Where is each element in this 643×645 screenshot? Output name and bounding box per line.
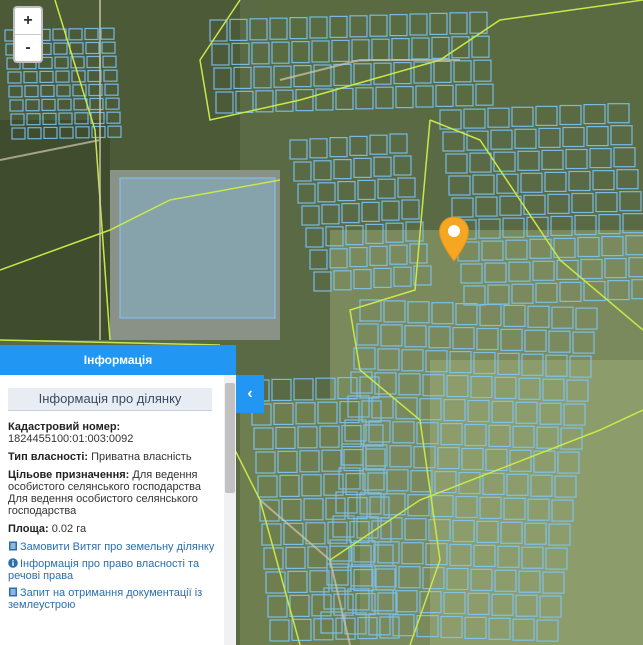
documentation-request-link[interactable]: Запит на отримання документації із земле… — [8, 587, 222, 611]
cadastral-value: 1824455100:01:003:0092 — [8, 433, 134, 445]
area-label: Площа: — [8, 523, 49, 535]
ownership-row: Тип власності: Приватна власність — [8, 451, 222, 463]
section-title: Інформація про ділянку — [8, 388, 212, 411]
documentation-request-label: Запит на отримання документації із земле… — [8, 587, 203, 611]
info-panel: Інформація Інформація про ділянку Кадаст… — [0, 345, 236, 645]
collapse-panel-button[interactable]: ‹ — [236, 375, 264, 413]
info-circle-icon — [8, 558, 18, 568]
chevron-left-icon: ‹ — [247, 385, 253, 402]
industrial-parcel — [119, 177, 276, 319]
document-icon — [9, 587, 17, 597]
document-icon — [9, 541, 17, 551]
cadastral-label: Кадастровий номер: — [8, 421, 121, 433]
panel-scrollbar[interactable] — [224, 375, 236, 645]
area-value: 0.02 га — [51, 523, 87, 535]
purpose-label: Цільове призначення: — [8, 469, 130, 481]
ownership-value: Приватна власність — [91, 451, 192, 463]
order-extract-label: Замовити Витяг про земельну ділянку — [20, 541, 215, 553]
panel-header: Інформація — [0, 345, 236, 375]
order-extract-link[interactable]: Замовити Витяг про земельну ділянку — [8, 541, 222, 553]
zoom-in-button[interactable]: + — [15, 8, 41, 34]
ownership-info-link[interactable]: Інформація про право власності та речові… — [8, 558, 222, 582]
cadastral-row: Кадастровий номер: 1824455100:01:003:009… — [8, 421, 222, 445]
purpose-row: Цільове призначення: Для ведення особист… — [8, 469, 222, 517]
map-pin-icon[interactable] — [438, 216, 470, 262]
zoom-control: + - — [13, 6, 43, 63]
panel-body: Інформація про ділянку Кадастровий номер… — [0, 375, 236, 645]
area-row: Площа: 0.02 га — [8, 523, 222, 535]
purpose-value-2: Для ведення особистого селянського госпо… — [8, 493, 198, 517]
ownership-info-label: Інформація про право власності та речові… — [8, 558, 200, 582]
ownership-label: Тип власності: — [8, 451, 89, 463]
zoom-out-button[interactable]: - — [15, 34, 41, 61]
scrollbar-thumb[interactable] — [225, 383, 235, 493]
